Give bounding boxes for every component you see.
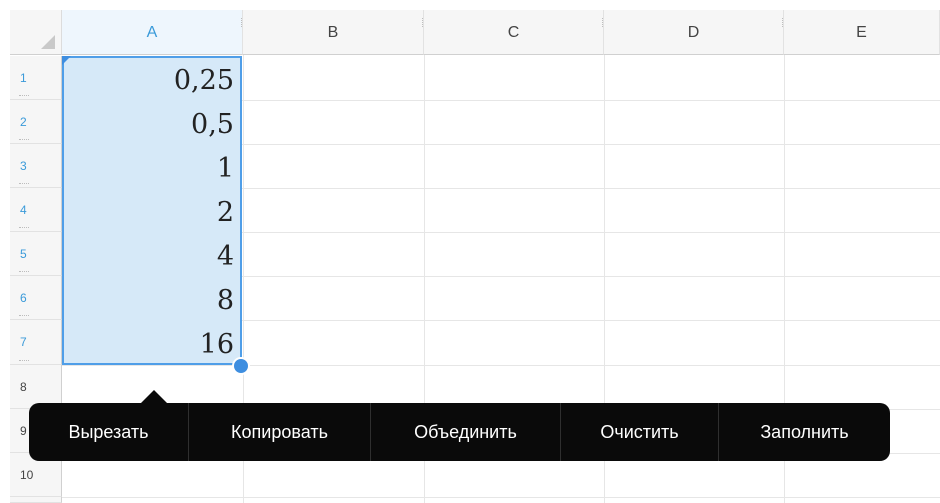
- menu-item-cut[interactable]: Вырезать: [29, 403, 188, 461]
- column-header-d[interactable]: D: [604, 10, 784, 55]
- select-all-corner[interactable]: [10, 10, 62, 55]
- context-menu-pointer: [140, 390, 168, 404]
- column-header-e[interactable]: E: [784, 10, 940, 55]
- spreadsheet-grid[interactable]: A B C D E 1 2 3 4 5 6 7 8 9 10 0,25 0,5 …: [0, 0, 940, 503]
- menu-item-clear[interactable]: Очистить: [561, 403, 718, 461]
- grid-line: [62, 497, 940, 498]
- row-header-partial: [10, 497, 62, 503]
- column-resize-grip[interactable]: [782, 18, 785, 27]
- cell-a2[interactable]: 0,5: [62, 103, 234, 147]
- cell-a4[interactable]: 2: [62, 191, 234, 235]
- row-resize-grip[interactable]: [19, 271, 29, 274]
- column-resize-grip[interactable]: [241, 18, 244, 27]
- row-header-2[interactable]: 2: [10, 100, 62, 144]
- row-resize-grip[interactable]: [19, 227, 29, 230]
- row-resize-grip[interactable]: [19, 360, 29, 363]
- menu-item-fill[interactable]: Заполнить: [719, 403, 890, 461]
- row-number: 10: [20, 467, 34, 482]
- row-number: 1: [20, 70, 27, 85]
- cell-a3[interactable]: 1: [62, 147, 234, 191]
- row-header-7[interactable]: 7: [10, 320, 62, 365]
- row-resize-grip[interactable]: [19, 315, 29, 318]
- row-number: 9: [20, 423, 27, 438]
- row-resize-grip[interactable]: [19, 95, 29, 98]
- row-number: 5: [20, 246, 27, 261]
- row-header-6[interactable]: 6: [10, 276, 62, 320]
- row-resize-grip[interactable]: [19, 139, 29, 142]
- cell-a6[interactable]: 8: [62, 279, 234, 323]
- row-number: 4: [20, 202, 27, 217]
- selection-drag-handle[interactable]: [232, 357, 250, 375]
- row-header-5[interactable]: 5: [10, 232, 62, 276]
- column-resize-grip[interactable]: [422, 18, 425, 27]
- row-header-1[interactable]: 1: [10, 56, 62, 100]
- row-resize-grip[interactable]: [19, 183, 29, 186]
- column-resize-grip[interactable]: [602, 18, 605, 27]
- select-all-icon: [41, 35, 55, 49]
- cell-a5[interactable]: 4: [62, 235, 234, 279]
- row-number: 6: [20, 290, 27, 305]
- row-number: 3: [20, 158, 27, 173]
- row-header-4[interactable]: 4: [10, 188, 62, 232]
- column-header-b[interactable]: B: [243, 10, 424, 55]
- row-number: 2: [20, 114, 27, 129]
- menu-item-merge[interactable]: Объединить: [371, 403, 560, 461]
- row-number: 8: [20, 379, 27, 394]
- row-header-3[interactable]: 3: [10, 144, 62, 188]
- menu-item-copy[interactable]: Копировать: [189, 403, 370, 461]
- context-menu: Вырезать Копировать Объединить Очистить …: [29, 403, 890, 461]
- row-number: 7: [20, 335, 27, 349]
- cell-a7[interactable]: 16: [62, 323, 234, 367]
- column-header-c[interactable]: C: [424, 10, 604, 55]
- cell-a1[interactable]: 0,25: [62, 59, 234, 103]
- column-header-a[interactable]: A: [62, 10, 243, 55]
